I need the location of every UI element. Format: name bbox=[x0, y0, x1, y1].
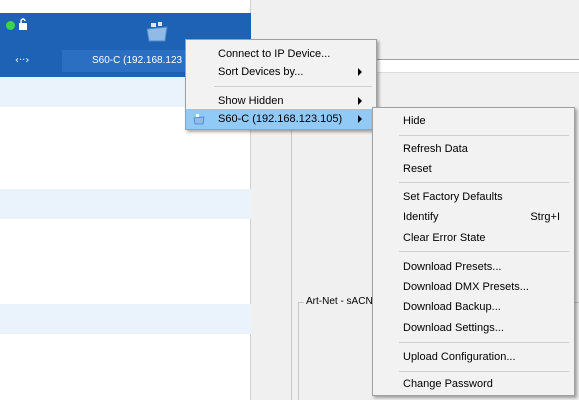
menu-item-identify[interactable]: Identify Strg+I bbox=[373, 207, 574, 227]
menu-item-label: Set Factory Defaults bbox=[403, 191, 503, 203]
chevron-right-icon bbox=[358, 115, 362, 123]
menu-item-label: Change Password bbox=[403, 378, 493, 390]
menu-separator bbox=[399, 135, 569, 136]
menu-item-download-backup[interactable]: Download Backup... bbox=[373, 297, 574, 317]
menu-item-sort-devices[interactable]: Sort Devices by... bbox=[186, 62, 376, 82]
device-icon bbox=[193, 114, 205, 125]
app-window: ‹··› S60-C (192.168.123 Art-Net - sACN C… bbox=[0, 0, 579, 400]
device-context-menu: Connect to IP Device... Sort Devices by.… bbox=[185, 39, 377, 130]
menu-item-label: Download Presets... bbox=[403, 261, 502, 273]
menu-item-reset[interactable]: Reset bbox=[373, 159, 574, 179]
menu-item-show-hidden[interactable]: Show Hidden bbox=[186, 91, 376, 111]
status-dot-icon bbox=[6, 21, 15, 30]
lock-icon bbox=[19, 18, 27, 30]
menu-item-hide[interactable]: Hide bbox=[373, 111, 574, 131]
menu-item-label: Refresh Data bbox=[403, 143, 468, 155]
menu-item-label: Upload Configuration... bbox=[403, 351, 516, 363]
menu-item-label: Clear Error State bbox=[403, 232, 486, 244]
menu-item-download-settings[interactable]: Download Settings... bbox=[373, 318, 574, 338]
group-label: Art-Net - sACN bbox=[304, 296, 375, 307]
menu-item-clear-error[interactable]: Clear Error State bbox=[373, 228, 574, 248]
shortcut-label: Strg+I bbox=[530, 211, 560, 223]
menu-item-connect-ip[interactable]: Connect to IP Device... bbox=[186, 44, 376, 64]
device-submenu: Hide Refresh Data Reset Set Factory Defa… bbox=[372, 107, 575, 396]
menu-item-label: S60-C (192.168.123.105) bbox=[218, 113, 343, 125]
menu-separator bbox=[399, 251, 569, 252]
menu-separator bbox=[214, 86, 372, 87]
menu-separator bbox=[399, 371, 569, 372]
menu-item-refresh-data[interactable]: Refresh Data bbox=[373, 139, 574, 159]
menu-item-factory-defaults[interactable]: Set Factory Defaults bbox=[373, 187, 574, 207]
menu-item-label: Download DMX Presets... bbox=[403, 281, 529, 293]
menu-item-label: Hide bbox=[403, 115, 426, 127]
chevron-right-icon bbox=[358, 68, 362, 76]
menu-item-device-s60c[interactable]: S60-C (192.168.123.105) bbox=[186, 109, 376, 129]
menu-item-label: Show Hidden bbox=[218, 95, 284, 107]
device-icon bbox=[146, 22, 168, 42]
list-row[interactable] bbox=[0, 304, 251, 334]
menu-item-upload-configuration[interactable]: Upload Configuration... bbox=[373, 347, 574, 367]
menu-item-label: Reset bbox=[403, 163, 432, 175]
menu-item-change-password[interactable]: Change Password bbox=[373, 374, 574, 394]
menu-separator bbox=[399, 182, 569, 183]
menu-item-label: Download Settings... bbox=[403, 322, 504, 334]
menu-item-download-presets[interactable]: Download Presets... bbox=[373, 257, 574, 277]
menu-separator bbox=[399, 342, 569, 343]
menu-item-label: Sort Devices by... bbox=[218, 66, 304, 78]
menu-item-label: Connect to IP Device... bbox=[218, 48, 331, 60]
menu-item-label: Identify bbox=[403, 211, 439, 223]
chevron-right-icon bbox=[358, 97, 362, 105]
menu-item-download-dmx-presets[interactable]: Download DMX Presets... bbox=[373, 277, 574, 297]
network-icon: ‹··› bbox=[15, 55, 30, 66]
menu-item-label: Download Backup... bbox=[403, 301, 501, 313]
list-row[interactable] bbox=[0, 189, 251, 219]
